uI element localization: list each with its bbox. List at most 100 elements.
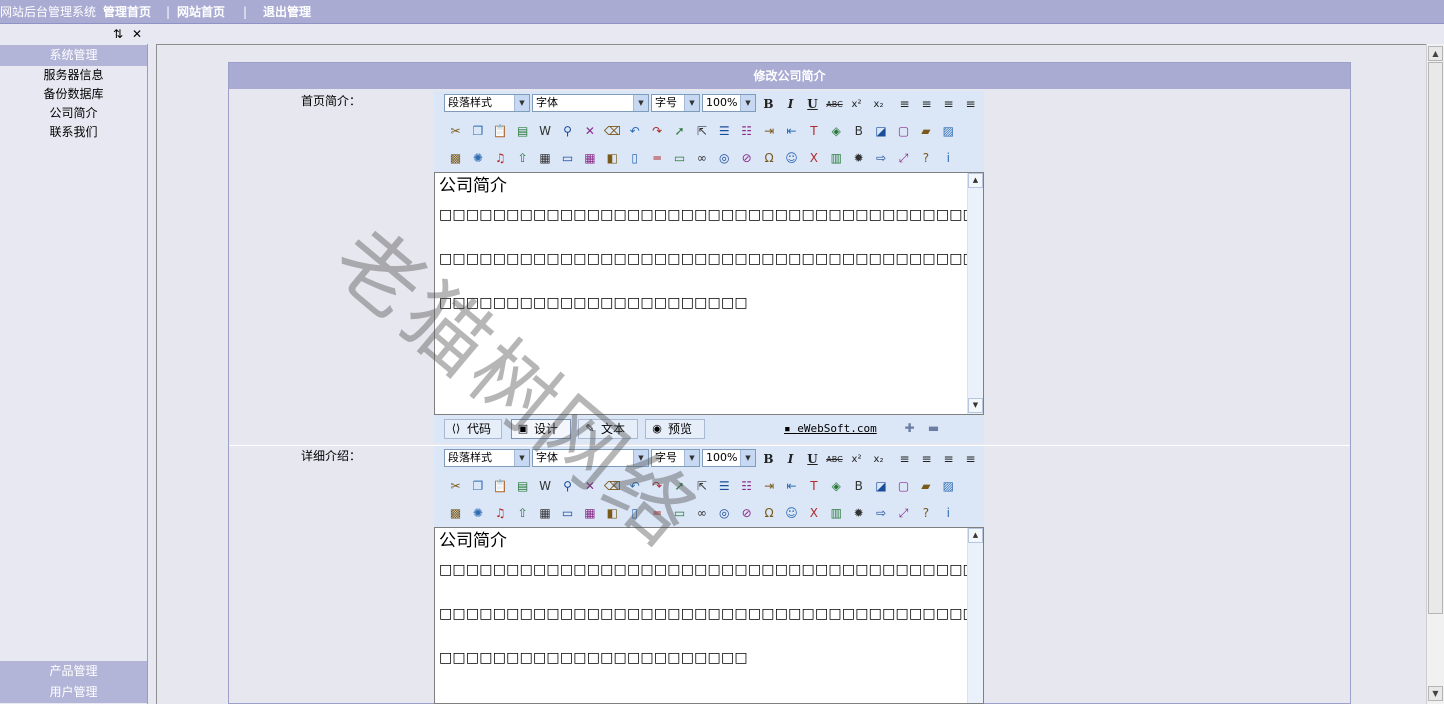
media-icon[interactable]: ♫ [491,149,510,168]
highlight-icon[interactable]: ◈ [827,122,846,141]
frame-icon[interactable]: ▢ [894,477,913,496]
zoom-select[interactable]: 100% ▼ [702,449,756,467]
link-icon[interactable]: ∞ [692,504,711,523]
paragraph-style-select[interactable]: 段落样式 ▼ [444,94,530,112]
align-left-icon[interactable]: ≡ [895,450,914,469]
redo-icon[interactable]: ↷ [648,477,667,496]
line-color-icon[interactable]: ◪ [872,477,891,496]
special-char-icon[interactable]: Ω [760,149,779,168]
align-justify-icon[interactable]: ≡ [961,450,980,469]
excel-icon[interactable]: X [804,504,823,523]
layer-icon[interactable]: ◧ [603,149,622,168]
cut-icon[interactable]: ✂ [446,122,465,141]
redo-icon[interactable]: ↷ [648,122,667,141]
paste-text-icon[interactable]: ▤ [513,477,532,496]
outdent-icon[interactable]: ⇤ [782,122,801,141]
align-center-icon[interactable]: ≡ [917,450,936,469]
comment-icon[interactable]: ▰ [916,122,935,141]
sidebar-item-server-info[interactable]: 服务器信息 [0,67,147,83]
refresh-icon[interactable]: ⇅ [113,26,123,42]
paste-word-icon[interactable]: W [536,477,555,496]
bug-icon[interactable]: ✹ [849,149,868,168]
collapse-minus-icon[interactable]: ▬ [924,419,943,438]
scroll-up-arrow-icon[interactable]: ▲ [1428,46,1443,61]
align-left-icon[interactable]: ≡ [895,95,914,114]
image-icon[interactable]: ▩ [446,504,465,523]
help-icon[interactable]: ? [916,504,935,523]
grid-icon[interactable]: ▦ [580,504,599,523]
hr-icon[interactable]: ═ [648,504,667,523]
layer-icon[interactable]: ◧ [603,504,622,523]
align-right-icon[interactable]: ≡ [939,450,958,469]
copy-icon[interactable]: ❐ [468,122,487,141]
brand-link[interactable]: ▪ eWebSoft.com [784,421,877,437]
bold-button[interactable]: B [759,95,778,114]
align-right-icon[interactable]: ≡ [939,95,958,114]
bullet-list-icon[interactable]: ☷ [737,477,756,496]
cut-icon[interactable]: ✂ [446,477,465,496]
image-icon[interactable]: ▩ [446,149,465,168]
scroll-down-arrow-icon[interactable]: ▼ [968,398,983,413]
sidebar-item-company-profile[interactable]: 公司简介 [0,105,147,121]
sidebar-item-contact[interactable]: 联系我们 [0,124,147,140]
upload-icon[interactable]: ⇧ [513,149,532,168]
flash-icon[interactable]: ✺ [468,504,487,523]
find-icon[interactable]: ⚲ [558,122,577,141]
subscript-button[interactable]: x₂ [869,450,888,469]
paste-word-icon[interactable]: W [536,122,555,141]
delete-icon[interactable]: ✕ [580,477,599,496]
italic-button[interactable]: I [781,95,800,114]
mode-text-tab[interactable]: ✎ 文本 [578,419,638,439]
superscript-button[interactable]: x² [847,95,866,114]
paste-icon[interactable]: 📋 [491,122,510,141]
link-icon[interactable]: ∞ [692,149,711,168]
unlink-icon[interactable]: ⊘ [737,149,756,168]
sidebar-section-system[interactable]: 系统管理 [0,45,147,66]
sidebar-item-backup-db[interactable]: 备份数据库 [0,86,147,102]
table-icon[interactable]: ▦ [536,149,555,168]
web-icon[interactable]: ◎ [715,504,734,523]
background-color-icon[interactable]: B [849,477,868,496]
nav-logout[interactable]: 退出管理 [263,4,311,20]
editor-content-area[interactable]: 公司简介 □□□□□□□□□□□□□□□□□□□□□□□□□□□□□□□□□□□… [434,172,984,415]
ordered-list-icon[interactable]: ☰ [715,477,734,496]
font-color-icon[interactable]: T [804,122,823,141]
comment-icon[interactable]: ▰ [916,477,935,496]
underline-button[interactable]: U [803,450,822,469]
note-icon[interactable]: ▨ [939,477,958,496]
mode-code-tab[interactable]: ⟨⟩ 代码 [444,419,502,439]
grid-icon[interactable]: ▦ [580,149,599,168]
highlight-icon[interactable]: ◈ [827,477,846,496]
font-color-icon[interactable]: T [804,477,823,496]
fullscreen-icon[interactable]: ⤢ [894,504,913,523]
copy-icon[interactable]: ❐ [468,477,487,496]
export-icon[interactable]: ⇨ [872,504,891,523]
undo-icon[interactable]: ↶ [625,477,644,496]
export-icon[interactable]: ⇨ [872,149,891,168]
align-center-icon[interactable]: ≡ [917,95,936,114]
mode-design-tab[interactable]: ▣ 设计 [511,419,571,439]
nav-site-home[interactable]: 网站首页 [177,4,225,20]
bold-button[interactable]: B [759,450,778,469]
sidebar-section-users[interactable]: 用户管理 [0,682,147,703]
unlink-icon[interactable]: ⊘ [737,504,756,523]
background-color-icon[interactable]: B [849,122,868,141]
scroll-up-arrow-icon[interactable]: ▲ [968,528,983,543]
page-scrollbar[interactable]: ▲ ▼ [1426,44,1444,704]
font-size-select[interactable]: 字号 ▼ [651,94,700,112]
indent-icon[interactable]: ⇥ [760,477,779,496]
paragraph-style-select[interactable]: 段落样式 ▼ [444,449,530,467]
paste-icon[interactable]: 📋 [491,477,510,496]
nav-admin-home[interactable]: 管理首页 [103,4,151,20]
scroll-up-arrow-icon[interactable]: ▲ [968,173,983,188]
note-icon[interactable]: ▨ [939,122,958,141]
excel-icon[interactable]: X [804,149,823,168]
select-icon[interactable]: ⇱ [692,477,711,496]
scroll-down-arrow-icon[interactable]: ▼ [1428,686,1443,701]
paste-text-icon[interactable]: ▤ [513,122,532,141]
bug-icon[interactable]: ✹ [849,504,868,523]
expand-plus-icon[interactable]: ✚ [900,419,919,438]
close-icon[interactable]: ✕ [132,26,142,42]
calc-icon[interactable]: ▥ [827,504,846,523]
superscript-button[interactable]: x² [847,450,866,469]
